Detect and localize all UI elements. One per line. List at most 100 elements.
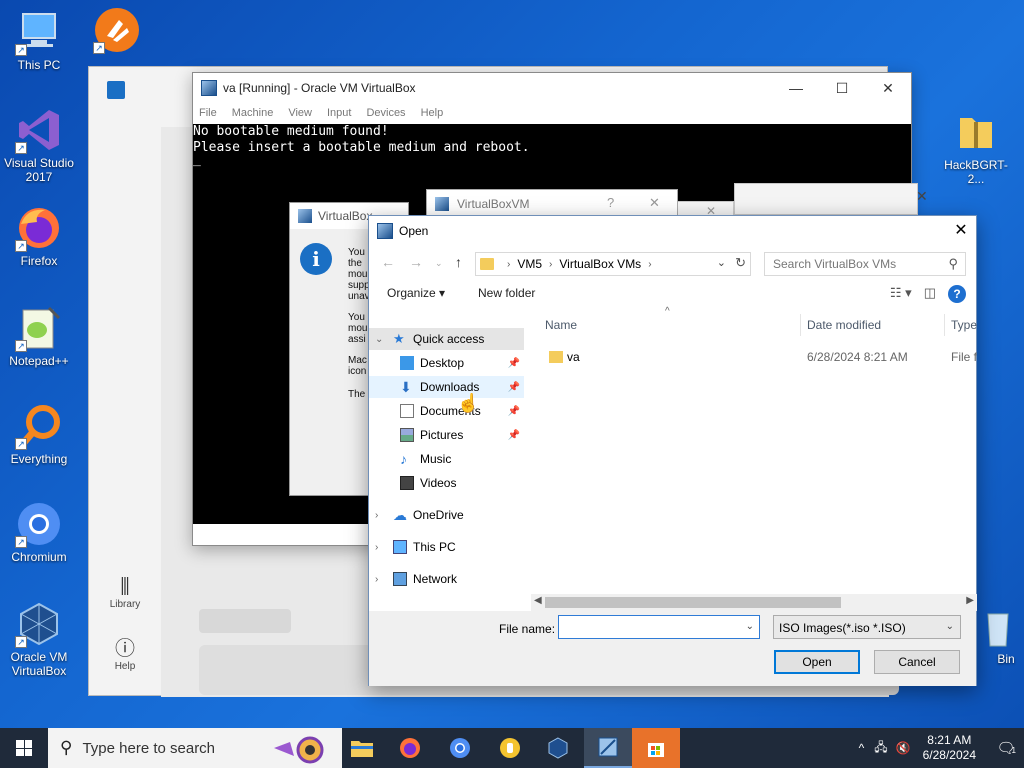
maximize-button[interactable]: ☐ — [819, 73, 865, 103]
menu-input[interactable]: Input — [327, 107, 351, 119]
up-arrow-icon[interactable]: ↑ — [455, 254, 462, 270]
nav-this-pc[interactable]: › This PC — [375, 536, 524, 558]
search-box[interactable]: Search VirtualBox VMs ⚲ — [764, 252, 966, 276]
minimize-button[interactable]: — — [773, 73, 819, 103]
chevron-down-icon[interactable]: ⌄ — [746, 621, 754, 632]
column-date-modified[interactable]: Date modified — [807, 314, 881, 336]
nav-pictures[interactable]: Pictures 📌 — [400, 424, 524, 446]
help-icon[interactable]: ? — [607, 195, 614, 210]
column-divider[interactable] — [800, 314, 801, 336]
taskbar-firefox[interactable] — [386, 728, 434, 768]
scrollbar-thumb[interactable] — [545, 597, 841, 608]
back-arrow-icon[interactable]: ← — [381, 254, 395, 270]
breadcrumb-separator: › — [507, 258, 511, 270]
nav-label: Network — [413, 572, 458, 586]
breadcrumb-item[interactable]: VirtualBox VMs — [559, 257, 641, 271]
file-row[interactable]: va 6/28/2024 8:21 AM File f — [537, 346, 977, 368]
preview-pane-icon[interactable]: ◫ — [924, 285, 936, 303]
nav-desktop[interactable]: Desktop 📌 — [400, 352, 524, 374]
clock[interactable]: 8:21 AM 6/28/2024 — [923, 733, 976, 763]
vm-screen-line: No bootable medium found! — [193, 124, 389, 139]
chevron-right-icon[interactable]: › — [375, 510, 378, 521]
desktop-icon-label: Visual Studio 2017 — [4, 156, 74, 184]
chevron-right-icon[interactable]: › — [375, 574, 378, 585]
column-divider[interactable] — [944, 314, 945, 336]
chevron-down-icon[interactable]: ⌄ — [946, 621, 954, 632]
chevron-right-icon[interactable]: › — [375, 542, 378, 553]
horizontal-scrollbar[interactable]: ◀ ▶ — [531, 594, 977, 611]
cancel-button[interactable]: Cancel — [874, 650, 960, 674]
desktop-icon-visual-studio[interactable]: ↗ Visual Studio 2017 — [0, 106, 78, 184]
desktop-icon-firefox[interactable]: ↗ Firefox — [0, 204, 78, 268]
taskbar-virtualbox-vm[interactable] — [584, 728, 632, 768]
search-icon[interactable]: ⚲ — [948, 256, 958, 272]
nav-downloads[interactable]: ⬇ Downloads 📌 — [369, 376, 524, 398]
address-bar[interactable]: › VM5 › VirtualBox VMs › ⌄ ↻ — [475, 252, 751, 276]
desktop-icon-everything[interactable]: ↗ Everything — [0, 402, 78, 466]
help-icon[interactable]: ? — [948, 285, 966, 303]
windows-logo-icon — [16, 740, 32, 756]
taskbar-search-placeholder: Type here to search — [82, 739, 216, 757]
notification-center-icon[interactable]: 🗨 1 — [988, 739, 1024, 757]
firefox-icon: ↗ — [15, 204, 63, 252]
desktop-icon-app[interactable]: ↗ — [78, 6, 156, 56]
tray-overflow-icon[interactable]: ^ — [859, 741, 865, 755]
view-options-icon[interactable]: ☷ ▾ — [890, 285, 912, 303]
column-type[interactable]: Type — [951, 314, 977, 336]
recent-locations-icon[interactable]: ⌄ — [435, 258, 443, 269]
file-name-input[interactable]: ⌄ — [558, 615, 760, 639]
start-button[interactable] — [0, 728, 48, 768]
file-type-select[interactable]: ISO Images(*.iso *.ISO) ⌄ — [773, 615, 961, 639]
menu-help[interactable]: Help — [421, 107, 444, 119]
desktop-icon-notepadpp[interactable]: ↗ Notepad++ — [0, 304, 78, 368]
shortcut-arrow-icon: ↗ — [15, 340, 27, 352]
open-button[interactable]: Open — [774, 650, 860, 674]
folder-zip-icon — [952, 108, 1000, 156]
menu-machine[interactable]: Machine — [232, 107, 274, 119]
nav-music[interactable]: ♪ Music — [400, 448, 524, 470]
file-name: va — [567, 350, 580, 364]
scroll-left-arrow-icon[interactable]: ◀ — [534, 595, 542, 606]
new-folder-button[interactable]: New folder — [478, 286, 535, 300]
chevron-down-icon[interactable]: ⌄ — [717, 256, 726, 269]
taskbar-app-yellow[interactable] — [486, 728, 534, 768]
background-app-sidebar: ⫼ Library ⓘ Help — [89, 67, 161, 695]
menu-view[interactable]: View — [288, 107, 312, 119]
close-icon[interactable]: ✕ — [916, 188, 928, 205]
nav-videos[interactable]: Videos — [400, 472, 524, 494]
desktop-icon-chromium[interactable]: ↗ Chromium — [0, 500, 78, 564]
library-button[interactable]: ⫼ Library — [99, 575, 151, 610]
notepadpp-icon: ↗ — [15, 304, 63, 352]
taskbar-store[interactable] — [632, 728, 680, 768]
desktop-icon-this-pc[interactable]: ↗ This PC — [0, 8, 78, 72]
desktop-icon-hackbgrt[interactable]: HackBGRT-2... — [936, 108, 1016, 186]
help-button[interactable]: ⓘ Help — [99, 637, 151, 672]
mouse-pointer-icon: ☝ — [457, 393, 480, 413]
taskbar-file-explorer[interactable] — [338, 728, 386, 768]
breadcrumb-item[interactable]: VM5 — [517, 257, 542, 271]
store-icon[interactable] — [107, 81, 125, 99]
close-button[interactable]: ✕ — [946, 216, 976, 245]
scroll-right-arrow-icon[interactable]: ▶ — [966, 595, 974, 606]
taskbar-chromium[interactable] — [436, 728, 484, 768]
column-name[interactable]: Name — [545, 314, 577, 336]
chevron-down-icon[interactable]: ⌄ — [375, 334, 383, 345]
organize-button[interactable]: Organize ▾ — [387, 286, 445, 300]
volume-muted-icon[interactable]: 🔇 — [896, 741, 911, 755]
close-button[interactable]: ✕ — [865, 73, 911, 103]
network-icon[interactable]: 🖧 — [874, 738, 887, 759]
open-dialog-titlebar[interactable]: Open — [369, 216, 976, 245]
forward-arrow-icon[interactable]: → — [409, 254, 423, 270]
desktop-icon-label: Bin — [997, 652, 1015, 666]
close-icon[interactable]: ✕ — [649, 195, 660, 211]
nav-network[interactable]: › Network — [375, 568, 524, 590]
menu-file[interactable]: File — [199, 107, 217, 119]
nav-label: OneDrive — [413, 508, 464, 522]
nav-onedrive[interactable]: › ☁ OneDrive — [375, 504, 524, 526]
nav-quick-access[interactable]: ⌄ ★ Quick access — [369, 328, 524, 350]
refresh-icon[interactable]: ↻ — [735, 255, 746, 271]
desktop-icon-virtualbox[interactable]: ↗ Oracle VM VirtualBox — [0, 600, 78, 678]
taskbar-search[interactable]: ⚲ Type here to search — [48, 728, 342, 768]
menu-devices[interactable]: Devices — [366, 107, 405, 119]
taskbar-virtualbox[interactable] — [534, 728, 582, 768]
